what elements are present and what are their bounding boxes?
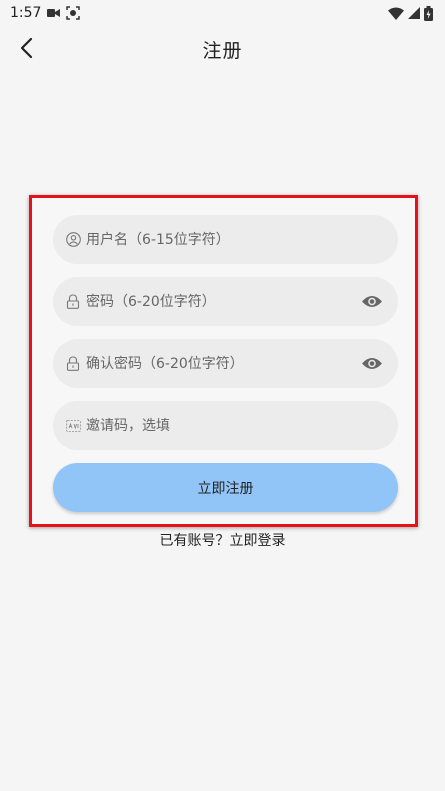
- lock-icon: [65, 294, 81, 310]
- username-field[interactable]: [53, 215, 398, 264]
- screen-record-icon: [66, 6, 81, 20]
- invite-code-field[interactable]: [53, 401, 398, 450]
- battery-charging-icon: [424, 5, 433, 21]
- status-left: 1:57: [10, 5, 81, 21]
- status-bar: 1:57: [0, 0, 445, 26]
- status-time: 1:57: [10, 5, 42, 21]
- confirm-password-field[interactable]: [53, 339, 398, 388]
- password-field[interactable]: [53, 277, 398, 326]
- confirm-password-input[interactable]: [86, 339, 360, 388]
- eye-icon: [361, 294, 383, 309]
- username-input[interactable]: [86, 215, 384, 264]
- video-camera-icon: [47, 8, 61, 18]
- register-form-highlight: 立即注册: [29, 195, 418, 527]
- top-bar: 注册: [0, 26, 445, 72]
- chevron-left-icon: [18, 37, 34, 59]
- page-title: 注册: [202, 39, 243, 62]
- wifi-icon: [388, 7, 404, 20]
- status-right: [388, 5, 433, 21]
- signal-icon: [408, 7, 420, 19]
- lock-icon: [65, 356, 81, 372]
- password-visibility-toggle[interactable]: [360, 290, 384, 314]
- user-icon: [65, 232, 81, 248]
- invite-code-input[interactable]: [86, 401, 384, 450]
- register-screen: 1:57 注册 用户名（6-15位字符） 邀请码，选填 立即注册 已有账号？立即…: [0, 0, 445, 791]
- invite-code-icon: [65, 418, 81, 434]
- password-input[interactable]: [86, 277, 360, 326]
- eye-icon: [361, 356, 383, 371]
- confirm-password-visibility-toggle[interactable]: [360, 352, 384, 376]
- register-button[interactable]: 立即注册: [53, 463, 398, 512]
- login-link[interactable]: 已有账号？立即登录: [0, 530, 445, 550]
- back-button[interactable]: [12, 34, 40, 62]
